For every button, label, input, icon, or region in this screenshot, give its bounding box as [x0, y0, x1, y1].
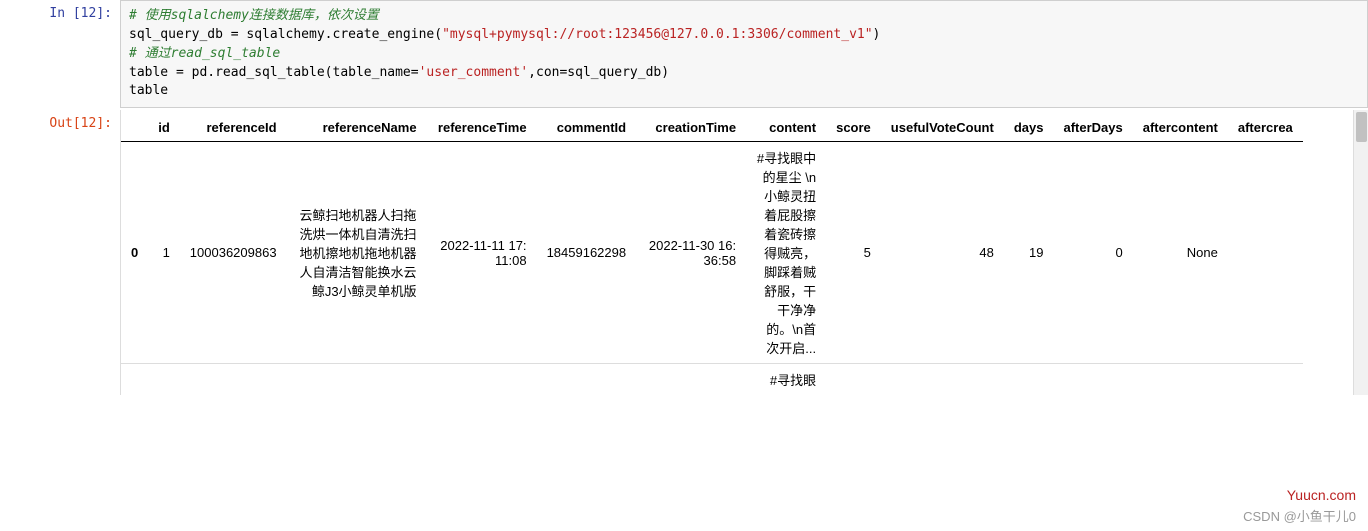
cell-commentId: 18459162298	[537, 142, 637, 364]
col-referenceId: referenceId	[180, 114, 287, 142]
cell-referenceName: 云鲸扫地机器人扫拖洗烘一体机自清洗扫地机擦地机拖地机器人自清洁智能换水云鲸J3小…	[287, 142, 427, 364]
code-line-2a: sql_query_db = sqlalchemy.create_engine(	[129, 27, 442, 42]
watermark-site: Yuucn.com	[1287, 487, 1356, 503]
cell-id: 1	[148, 142, 180, 364]
col-index	[121, 114, 148, 142]
cell-afterDays: 0	[1053, 142, 1132, 364]
col-aftercrea: aftercrea	[1228, 114, 1303, 142]
col-content: content	[746, 114, 826, 142]
cell-score: 5	[826, 142, 881, 364]
code-line-4a: table = pd.read_sql_table(table_name=	[129, 65, 419, 80]
code-line-2c: )	[873, 27, 881, 42]
col-creationTime: creationTime	[636, 114, 746, 142]
col-usefulVoteCount: usefulVoteCount	[881, 114, 1004, 142]
code-comment-2: # 通过read_sql_table	[129, 46, 280, 61]
dataframe-table: id referenceId referenceName referenceTi…	[121, 114, 1303, 395]
cell-creationTime: 2022-11-30 16:36:58	[636, 142, 746, 364]
code-line-5: table	[129, 83, 168, 98]
cell-days: 19	[1004, 142, 1054, 364]
code-comment-1: # 使用sqlalchemy连接数据库，依次设置	[129, 8, 379, 23]
col-commentId: commentId	[537, 114, 637, 142]
cell-creationTime-text: 2022-11-30 16:36:58	[646, 238, 736, 268]
vertical-scrollbar[interactable]	[1353, 110, 1368, 395]
code-line-4b: 'user_comment'	[419, 65, 529, 80]
cell-referenceTime: 2022-11-11 17:11:08	[427, 142, 537, 364]
watermark-csdn: CSDN @小鱼干儿0	[1243, 506, 1356, 525]
table-row: #寻找眼	[121, 364, 1303, 396]
cell-referenceId: 100036209863	[180, 142, 287, 364]
code-line-2b: "mysql+pymysql://root:123456@127.0.0.1:3…	[442, 27, 872, 42]
col-id: id	[148, 114, 180, 142]
col-aftercontent: aftercontent	[1133, 114, 1228, 142]
col-referenceTime: referenceTime	[427, 114, 537, 142]
scrollbar-thumb[interactable]	[1356, 112, 1367, 142]
cell-content: #寻找眼中的星尘 \n小鲸灵扭着屁股擦着瓷砖擦得贼亮，脚踩着贼舒服，干干净净的。…	[746, 142, 826, 364]
code-line-4c: ,con=sql_query_db)	[528, 65, 669, 80]
cell-aftercontent: None	[1133, 142, 1228, 364]
input-prompt: In [12]:	[0, 0, 120, 21]
cell-content-partial: #寻找眼	[746, 364, 826, 396]
output-cell[interactable]: id referenceId referenceName referenceTi…	[120, 110, 1368, 395]
cell-usefulVoteCount: 48	[881, 142, 1004, 364]
col-days: days	[1004, 114, 1054, 142]
cell-index: 0	[121, 142, 148, 364]
cell-referenceName-text: 云鲸扫地机器人扫拖洗烘一体机自清洗扫地机擦地机拖地机器人自清洁智能换水云鲸J3小…	[297, 205, 417, 300]
table-row: 0 1 100036209863 云鲸扫地机器人扫拖洗烘一体机自清洗扫地机擦地机…	[121, 142, 1303, 364]
cell-content-text: #寻找眼中的星尘 \n小鲸灵扭着屁股擦着瓷砖擦得贼亮，脚踩着贼舒服，干干净净的。…	[756, 148, 816, 357]
cell-referenceTime-text: 2022-11-11 17:11:08	[437, 238, 527, 268]
col-score: score	[826, 114, 881, 142]
cell-content-partial-text: #寻找眼	[756, 370, 816, 389]
code-input-cell[interactable]: # 使用sqlalchemy连接数据库，依次设置 sql_query_db = …	[120, 0, 1368, 108]
table-header-row: id referenceId referenceName referenceTi…	[121, 114, 1303, 142]
col-referenceName: referenceName	[287, 114, 427, 142]
cell-aftercrea	[1228, 142, 1303, 364]
col-afterDays: afterDays	[1053, 114, 1132, 142]
output-prompt: Out[12]:	[0, 110, 120, 131]
